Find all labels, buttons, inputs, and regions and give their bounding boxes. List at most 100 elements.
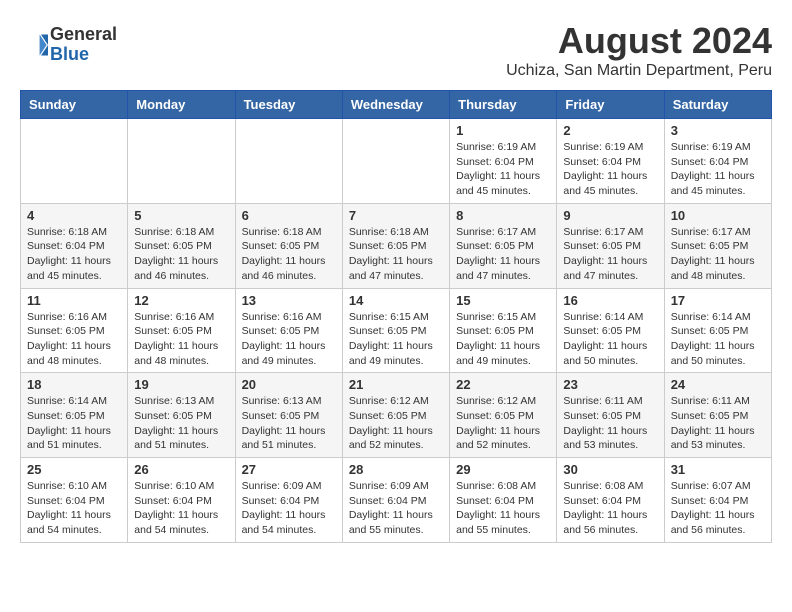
day-info: Sunrise: 6:08 AM Sunset: 6:04 PM Dayligh…: [456, 479, 550, 538]
calendar-cell: 7 Sunrise: 6:18 AM Sunset: 6:05 PM Daylig…: [342, 203, 449, 288]
calendar-cell: 13Sunrise: 6:16 AM Sunset: 6:05 PM Dayli…: [235, 288, 342, 373]
day-info: Sunrise: 6:17 AM Sunset: 6:05 PM Dayligh…: [563, 225, 657, 284]
day-info: Sunrise: 6:14 AM Sunset: 6:05 PM Dayligh…: [563, 310, 657, 369]
calendar-cell: 3Sunrise: 6:19 AM Sunset: 6:04 PM Daylig…: [664, 119, 771, 204]
header-friday: Friday: [557, 91, 664, 119]
day-info: Sunrise: 6:18 AM Sunset: 6:05 PM Dayligh…: [242, 225, 336, 284]
calendar-cell: 9Sunrise: 6:17 AM Sunset: 6:05 PM Daylig…: [557, 203, 664, 288]
month-year-title: August 2024: [506, 20, 772, 62]
logo-blue-text: Blue: [50, 45, 117, 65]
calendar-cell: 15 Sunrise: 6:15 AM Sunset: 6:05 PM Dayli…: [450, 288, 557, 373]
day-number: 22: [456, 377, 550, 392]
title-section: August 2024 Uchiza, San Martin Departmen…: [506, 20, 772, 80]
calendar-cell: 18 Sunrise: 6:14 AM Sunset: 6:05 PM Dayli…: [21, 373, 128, 458]
calendar-cell: [342, 119, 449, 204]
logo: General Blue: [20, 25, 117, 65]
day-info: Sunrise: 6:09 AM Sunset: 6:04 PM Dayligh…: [349, 479, 443, 538]
day-info: Sunrise: 6:19 AM Sunset: 6:04 PM Dayligh…: [456, 140, 550, 199]
day-info: Sunrise: 6:18 AM Sunset: 6:04 PM Dayligh…: [27, 225, 121, 284]
day-info: Sunrise: 6:16 AM Sunset: 6:05 PM Dayligh…: [27, 310, 121, 369]
day-info: Sunrise: 6:09 AM Sunset: 6:04 PM Dayligh…: [242, 479, 336, 538]
calendar-table: SundayMondayTuesdayWednesdayThursdayFrid…: [20, 90, 772, 543]
logo-icon: [20, 31, 48, 59]
day-number: 1: [456, 123, 550, 138]
calendar-cell: 12 Sunrise: 6:16 AM Sunset: 6:05 PM Dayli…: [128, 288, 235, 373]
calendar-cell: 31Sunrise: 6:07 AM Sunset: 6:04 PM Dayli…: [664, 458, 771, 543]
day-info: Sunrise: 6:15 AM Sunset: 6:05 PM Dayligh…: [456, 310, 550, 369]
header-tuesday: Tuesday: [235, 91, 342, 119]
day-number: 28: [349, 462, 443, 477]
header-wednesday: Wednesday: [342, 91, 449, 119]
day-info: Sunrise: 6:18 AM Sunset: 6:05 PM Dayligh…: [134, 225, 228, 284]
calendar-cell: 20 Sunrise: 6:13 AM Sunset: 6:05 PM Dayli…: [235, 373, 342, 458]
day-info: Sunrise: 6:15 AM Sunset: 6:05 PM Dayligh…: [349, 310, 443, 369]
day-number: 18: [27, 377, 121, 392]
day-number: 31: [671, 462, 765, 477]
day-info: Sunrise: 6:18 AM Sunset: 6:05 PM Dayligh…: [349, 225, 443, 284]
calendar-week-row: 4 Sunrise: 6:18 AM Sunset: 6:04 PM Daylig…: [21, 203, 772, 288]
day-number: 16: [563, 293, 657, 308]
day-info: Sunrise: 6:17 AM Sunset: 6:05 PM Dayligh…: [671, 225, 765, 284]
calendar-cell: 30Sunrise: 6:08 AM Sunset: 6:04 PM Dayli…: [557, 458, 664, 543]
calendar-cell: 10 Sunrise: 6:17 AM Sunset: 6:05 PM Dayli…: [664, 203, 771, 288]
calendar-cell: 24 Sunrise: 6:11 AM Sunset: 6:05 PM Dayli…: [664, 373, 771, 458]
calendar-cell: 4 Sunrise: 6:18 AM Sunset: 6:04 PM Daylig…: [21, 203, 128, 288]
day-info: Sunrise: 6:11 AM Sunset: 6:05 PM Dayligh…: [563, 394, 657, 453]
calendar-cell: 29 Sunrise: 6:08 AM Sunset: 6:04 PM Dayli…: [450, 458, 557, 543]
header-saturday: Saturday: [664, 91, 771, 119]
calendar-cell: 21 Sunrise: 6:12 AM Sunset: 6:05 PM Dayli…: [342, 373, 449, 458]
day-number: 11: [27, 293, 121, 308]
day-number: 13: [242, 293, 336, 308]
day-number: 20: [242, 377, 336, 392]
day-info: Sunrise: 6:14 AM Sunset: 6:05 PM Dayligh…: [671, 310, 765, 369]
day-info: Sunrise: 6:10 AM Sunset: 6:04 PM Dayligh…: [134, 479, 228, 538]
calendar-cell: 6 Sunrise: 6:18 AM Sunset: 6:05 PM Daylig…: [235, 203, 342, 288]
calendar-week-row: 1 Sunrise: 6:19 AM Sunset: 6:04 PM Daylig…: [21, 119, 772, 204]
calendar-cell: 11 Sunrise: 6:16 AM Sunset: 6:05 PM Dayli…: [21, 288, 128, 373]
day-number: 12: [134, 293, 228, 308]
header-thursday: Thursday: [450, 91, 557, 119]
day-number: 5: [134, 208, 228, 223]
logo-general-text: General: [50, 25, 117, 45]
calendar-cell: 26Sunrise: 6:10 AM Sunset: 6:04 PM Dayli…: [128, 458, 235, 543]
day-number: 24: [671, 377, 765, 392]
day-info: Sunrise: 6:16 AM Sunset: 6:05 PM Dayligh…: [134, 310, 228, 369]
calendar-cell: 14 Sunrise: 6:15 AM Sunset: 6:05 PM Dayli…: [342, 288, 449, 373]
day-number: 10: [671, 208, 765, 223]
calendar-cell: 17 Sunrise: 6:14 AM Sunset: 6:05 PM Dayli…: [664, 288, 771, 373]
header-monday: Monday: [128, 91, 235, 119]
calendar-week-row: 11 Sunrise: 6:16 AM Sunset: 6:05 PM Dayli…: [21, 288, 772, 373]
calendar-header-row: SundayMondayTuesdayWednesdayThursdayFrid…: [21, 91, 772, 119]
day-info: Sunrise: 6:13 AM Sunset: 6:05 PM Dayligh…: [242, 394, 336, 453]
day-info: Sunrise: 6:14 AM Sunset: 6:05 PM Dayligh…: [27, 394, 121, 453]
day-number: 8: [456, 208, 550, 223]
calendar-cell: [128, 119, 235, 204]
day-number: 6: [242, 208, 336, 223]
day-number: 4: [27, 208, 121, 223]
day-number: 7: [349, 208, 443, 223]
day-number: 14: [349, 293, 443, 308]
day-info: Sunrise: 6:19 AM Sunset: 6:04 PM Dayligh…: [563, 140, 657, 199]
calendar-cell: 28 Sunrise: 6:09 AM Sunset: 6:04 PM Dayli…: [342, 458, 449, 543]
day-number: 17: [671, 293, 765, 308]
calendar-cell: [21, 119, 128, 204]
calendar-cell: 19 Sunrise: 6:13 AM Sunset: 6:05 PM Dayli…: [128, 373, 235, 458]
day-info: Sunrise: 6:11 AM Sunset: 6:05 PM Dayligh…: [671, 394, 765, 453]
calendar-cell: 23Sunrise: 6:11 AM Sunset: 6:05 PM Dayli…: [557, 373, 664, 458]
logo-text: General Blue: [50, 25, 117, 65]
day-number: 2: [563, 123, 657, 138]
day-number: 29: [456, 462, 550, 477]
day-number: 19: [134, 377, 228, 392]
day-number: 15: [456, 293, 550, 308]
calendar-cell: [235, 119, 342, 204]
location-subtitle: Uchiza, San Martin Department, Peru: [506, 62, 772, 80]
day-info: Sunrise: 6:13 AM Sunset: 6:05 PM Dayligh…: [134, 394, 228, 453]
calendar-cell: 2 Sunrise: 6:19 AM Sunset: 6:04 PM Daylig…: [557, 119, 664, 204]
calendar-cell: 5 Sunrise: 6:18 AM Sunset: 6:05 PM Daylig…: [128, 203, 235, 288]
day-info: Sunrise: 6:12 AM Sunset: 6:05 PM Dayligh…: [456, 394, 550, 453]
day-info: Sunrise: 6:12 AM Sunset: 6:05 PM Dayligh…: [349, 394, 443, 453]
calendar-cell: 1 Sunrise: 6:19 AM Sunset: 6:04 PM Daylig…: [450, 119, 557, 204]
calendar-week-row: 18 Sunrise: 6:14 AM Sunset: 6:05 PM Dayli…: [21, 373, 772, 458]
day-number: 21: [349, 377, 443, 392]
calendar-week-row: 25Sunrise: 6:10 AM Sunset: 6:04 PM Dayli…: [21, 458, 772, 543]
